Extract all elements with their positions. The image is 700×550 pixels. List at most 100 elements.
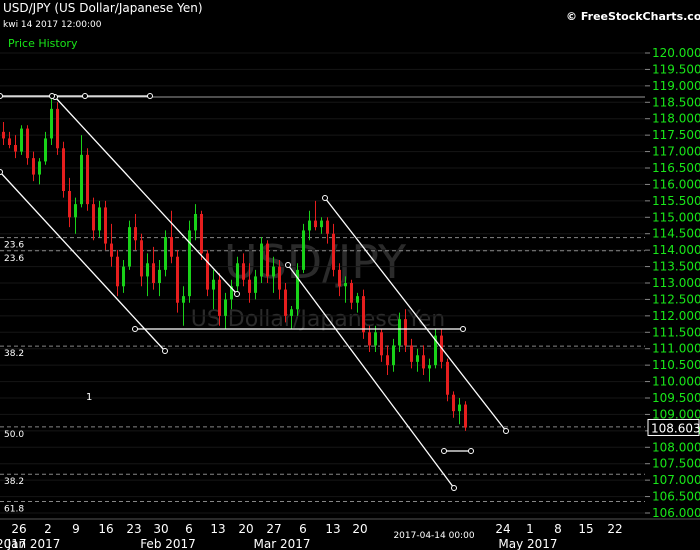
y-tick-label: 111.500 bbox=[652, 325, 700, 339]
candle-body bbox=[14, 145, 17, 152]
candle-body bbox=[254, 276, 257, 293]
candle-body bbox=[158, 269, 161, 283]
candle-body bbox=[20, 128, 23, 152]
y-tick-label: 118.500 bbox=[652, 95, 700, 109]
trendline-handle bbox=[82, 93, 88, 99]
candle-body bbox=[356, 296, 359, 303]
candle-body bbox=[278, 266, 281, 290]
y-tick-label: 109.500 bbox=[652, 391, 700, 405]
candle-body bbox=[56, 108, 59, 149]
trendline-handle bbox=[451, 485, 457, 491]
candle-body bbox=[320, 220, 323, 228]
x-tick-label: 20 bbox=[238, 522, 253, 536]
trendline-handle bbox=[322, 195, 328, 201]
candle-body bbox=[284, 289, 287, 316]
y-tick-label: 112.000 bbox=[652, 309, 700, 323]
fib-label: 23.6 bbox=[4, 254, 24, 264]
trendline-handle bbox=[162, 348, 168, 354]
x-tick-label: 2017-04-14 00:00 bbox=[393, 531, 474, 541]
trendline-handle bbox=[49, 93, 55, 99]
candle-body bbox=[248, 279, 251, 293]
candle-body bbox=[392, 345, 395, 366]
candle-body bbox=[194, 214, 197, 231]
x-tick-label: 1 bbox=[526, 522, 534, 536]
candle-body bbox=[152, 263, 155, 283]
y-tick-label: 112.500 bbox=[652, 292, 700, 306]
candle-body bbox=[332, 233, 335, 270]
trendline-handle bbox=[468, 448, 474, 454]
candle-body bbox=[266, 243, 269, 277]
candle-body bbox=[452, 394, 455, 412]
x-tick-label: 22 bbox=[607, 522, 622, 536]
y-tick-label: 113.000 bbox=[652, 276, 700, 290]
y-tick-label: 116.500 bbox=[652, 161, 700, 175]
price-grid bbox=[0, 52, 645, 514]
fibonacci-levels: 23.6 23.6 38.2 50.0 38.2 61.8 bbox=[0, 96, 645, 515]
fib-label: 38.2 bbox=[4, 477, 24, 487]
y-tick-label: 108.000 bbox=[652, 440, 700, 454]
candle-body bbox=[146, 263, 149, 277]
candle-body bbox=[32, 158, 35, 175]
x-tick-label: 6 bbox=[185, 522, 193, 536]
candle-body bbox=[428, 365, 431, 369]
wave-label: 1 bbox=[86, 392, 92, 403]
x-tick-label: 13 bbox=[325, 522, 340, 536]
y-tick-label: 117.000 bbox=[652, 145, 700, 159]
candle-body bbox=[398, 319, 401, 346]
candle-body bbox=[110, 243, 113, 257]
candle-body bbox=[350, 283, 353, 303]
candle-body bbox=[302, 230, 305, 270]
y-tick-label: 119.500 bbox=[652, 62, 700, 76]
y-tick-label: 107.500 bbox=[652, 457, 700, 471]
x-tick-label: 20 bbox=[352, 522, 367, 536]
candle-body bbox=[260, 243, 263, 277]
trendline-handle bbox=[460, 326, 466, 332]
candle-body bbox=[386, 355, 389, 366]
candle-body bbox=[422, 355, 425, 369]
candle-body bbox=[80, 154, 83, 205]
watermark-symbol: USD/JPY bbox=[224, 235, 407, 289]
y-tick-label: 116.000 bbox=[652, 177, 700, 191]
candle-body bbox=[242, 263, 245, 280]
last-price-label: 108.603 bbox=[651, 421, 700, 435]
trendline-handle bbox=[441, 448, 447, 454]
x-tick-label: 15 bbox=[578, 522, 593, 536]
candle-body bbox=[104, 207, 107, 244]
price-history-label[interactable]: Price History bbox=[8, 37, 77, 50]
x-month-label: Feb 2017 bbox=[140, 537, 196, 550]
candle-body bbox=[410, 345, 413, 362]
candle-body bbox=[164, 237, 167, 270]
y-tick-label: 111.000 bbox=[652, 342, 700, 356]
candle-body bbox=[170, 237, 173, 257]
candle-body bbox=[128, 227, 131, 267]
candle-body bbox=[224, 299, 227, 316]
candle-body bbox=[92, 204, 95, 231]
candle-body bbox=[368, 332, 371, 346]
date-axis: 26 2 9 16 23 30 6 13 20 27 6 13 20 2017-04-14 00:00 24… bbox=[0, 518, 700, 550]
candle-body bbox=[74, 204, 77, 218]
price-chart[interactable]: USD/JPY US Dollar/Japanese Yen 23.6 23.6 3… bbox=[0, 0, 700, 550]
candle-body bbox=[122, 266, 125, 287]
y-tick-label: 115.000 bbox=[652, 210, 700, 224]
candle-body bbox=[86, 154, 89, 205]
candle-body bbox=[98, 207, 101, 231]
candle-body bbox=[206, 253, 209, 290]
watermark-name: US Dollar/Japanese Yen bbox=[191, 307, 446, 332]
price-axis: 120.000 119.500 119.000 118.500 118.000 117.5… bbox=[645, 46, 700, 520]
y-tick-label: 110.000 bbox=[652, 375, 700, 389]
candle-body bbox=[44, 138, 47, 162]
trendline-handle bbox=[234, 291, 240, 297]
candle-body bbox=[140, 240, 143, 277]
candle-body bbox=[374, 332, 377, 346]
candle-body bbox=[116, 256, 119, 287]
candle-body bbox=[8, 138, 11, 145]
x-tick-label: 16 bbox=[98, 522, 113, 536]
x-tick-label: 26 bbox=[11, 522, 26, 536]
x-tick-label: 2 bbox=[44, 522, 52, 536]
candle-body bbox=[404, 319, 407, 346]
candle-body bbox=[326, 220, 329, 234]
credit-link[interactable]: © FreeStockCharts.com bbox=[566, 10, 700, 23]
x-month-label: May 2017 bbox=[498, 537, 557, 550]
candle-body bbox=[188, 230, 191, 297]
candle-body bbox=[458, 404, 461, 412]
